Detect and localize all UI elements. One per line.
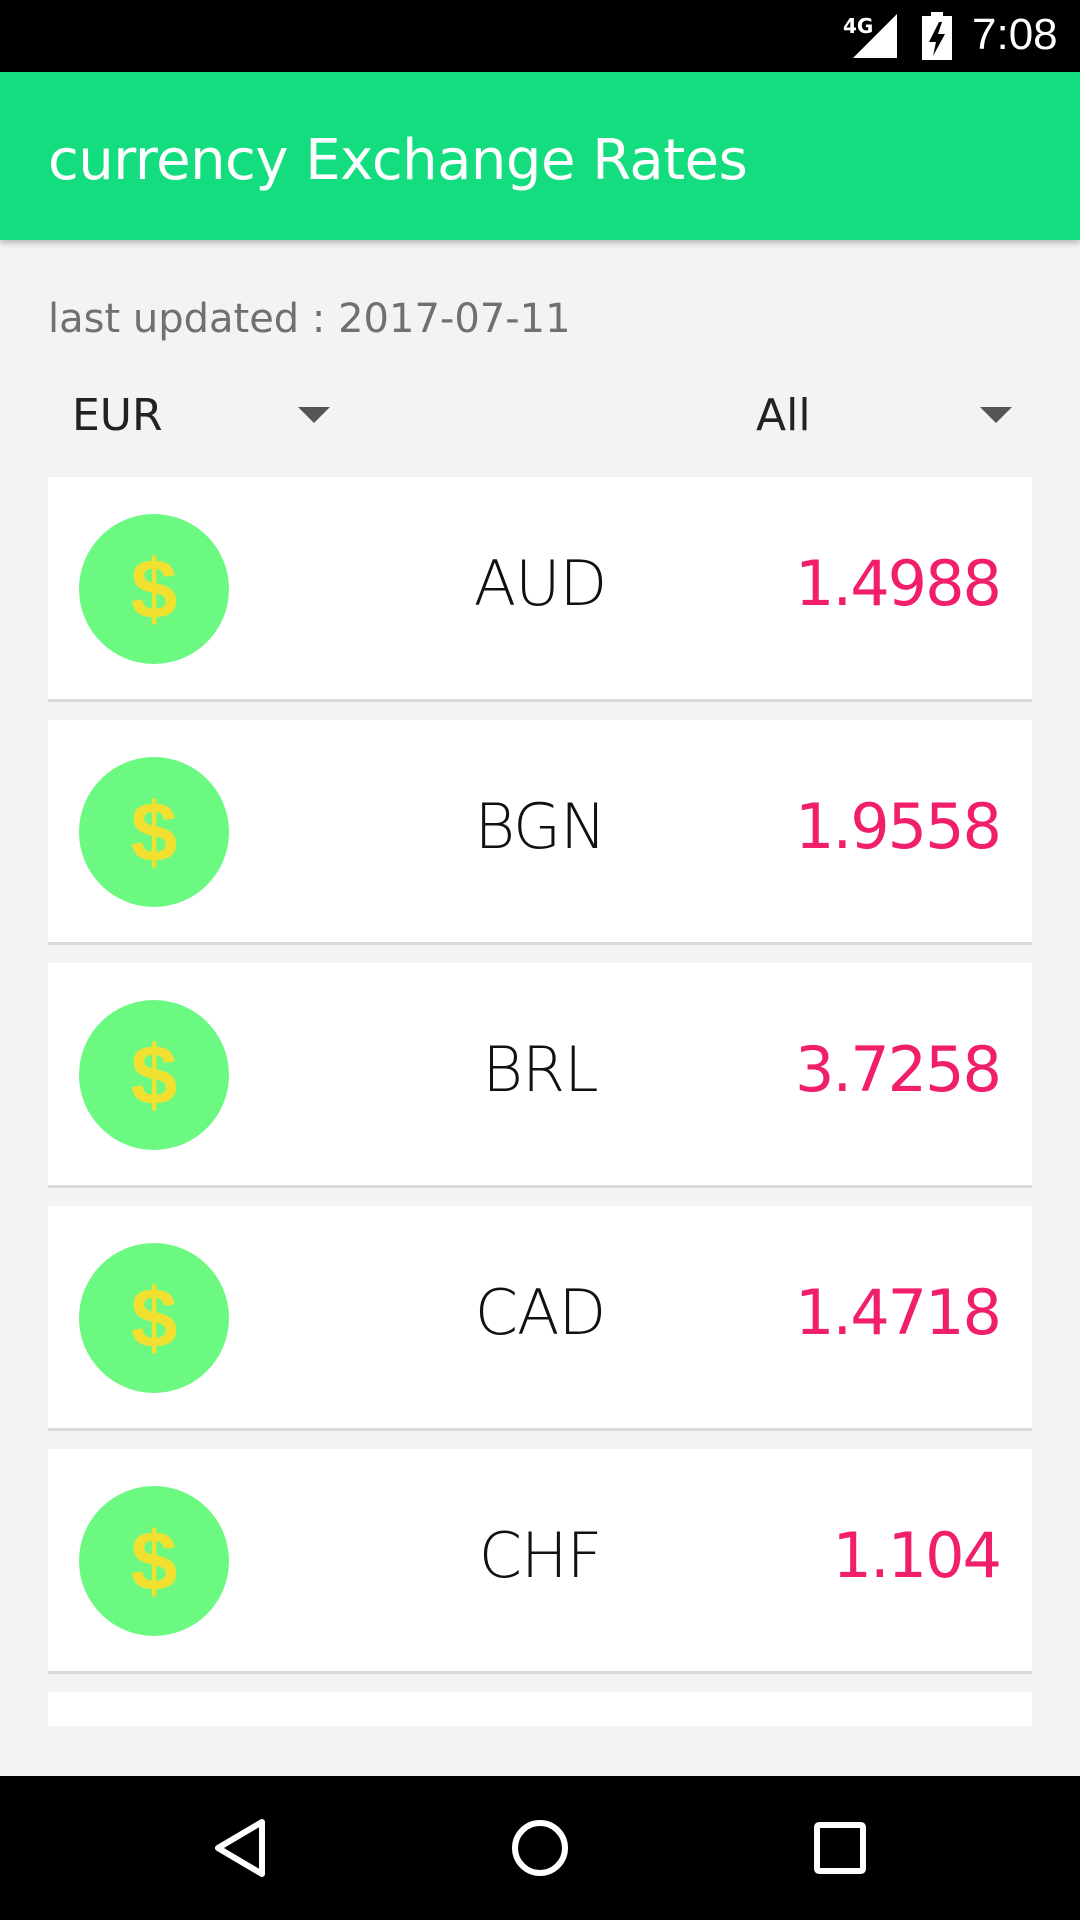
filter-spinner[interactable]: All bbox=[756, 380, 1026, 450]
navigation-bar bbox=[0, 1776, 1080, 1920]
list-item[interactable]: $ BRL 3.7258 bbox=[48, 963, 1032, 1188]
dropdown-arrow-icon bbox=[980, 407, 1012, 423]
app-bar: currency Exchange Rates bbox=[0, 72, 1080, 240]
exchange-rate: 3.7258 bbox=[795, 1033, 1002, 1106]
list-item[interactable] bbox=[48, 1692, 1032, 1726]
exchange-rate: 1.4718 bbox=[795, 1276, 1002, 1349]
battery-charging-icon bbox=[922, 12, 952, 60]
list-item[interactable]: $ CAD 1.4718 bbox=[48, 1206, 1032, 1431]
list-item[interactable]: $ CHF 1.104 bbox=[48, 1449, 1032, 1674]
signal-icon bbox=[853, 14, 897, 58]
home-icon[interactable] bbox=[490, 1798, 590, 1898]
status-bar: 4G 7:08 bbox=[0, 0, 1080, 72]
base-currency-spinner[interactable]: EUR bbox=[72, 380, 342, 450]
list-item[interactable]: $ AUD 1.4988 bbox=[48, 477, 1032, 702]
recents-icon[interactable] bbox=[790, 1798, 890, 1898]
filter-value: All bbox=[756, 389, 811, 441]
list-item[interactable]: $ BGN 1.9558 bbox=[48, 720, 1032, 945]
dropdown-arrow-icon bbox=[298, 407, 330, 423]
last-updated-label: last updated : 2017-07-11 bbox=[48, 296, 571, 342]
exchange-rate: 1.104 bbox=[832, 1519, 1002, 1592]
rates-list[interactable]: $ AUD 1.4988 $ BGN 1.9558 $ BRL 3.7258 $… bbox=[48, 477, 1032, 1727]
base-currency-value: EUR bbox=[72, 389, 163, 441]
app-title: currency Exchange Rates bbox=[48, 128, 748, 193]
exchange-rate: 1.4988 bbox=[795, 547, 1002, 620]
exchange-rate: 1.9558 bbox=[795, 790, 1002, 863]
back-icon[interactable] bbox=[190, 1798, 290, 1898]
status-clock: 7:08 bbox=[972, 10, 1058, 59]
